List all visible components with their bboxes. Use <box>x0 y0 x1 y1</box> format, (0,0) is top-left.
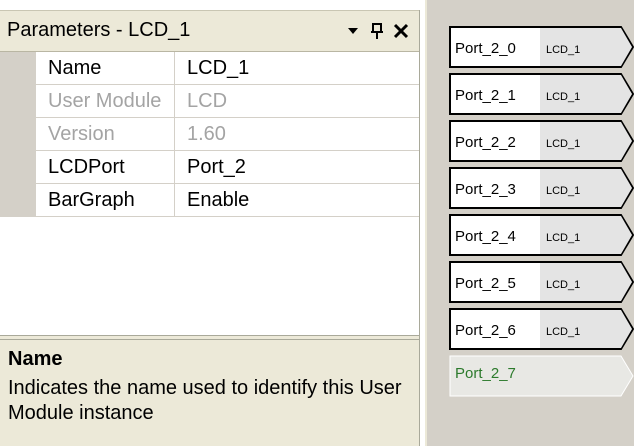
pin-module-label: LCD_1 <box>546 279 580 291</box>
property-name: BarGraph <box>36 184 175 216</box>
pin-module-label: LCD_1 <box>546 185 580 197</box>
property-name: User Module <box>36 85 175 117</box>
port-pin-assigned[interactable]: Port_2_1 LCD_1 <box>449 73 634 115</box>
port-pin-assigned[interactable]: Port_2_4 LCD_1 <box>449 214 634 256</box>
app-root: Parameters - LCD_1 Name LCD_1 User Modul… <box>0 0 634 446</box>
pin-port-label: Port_2_5 <box>455 275 516 292</box>
description-text: Indicates the name used to identify this… <box>8 377 402 424</box>
property-name: Name <box>36 52 175 84</box>
property-row-name[interactable]: Name LCD_1 <box>0 52 419 85</box>
description-pane: Name Indicates the name used to identify… <box>0 339 419 446</box>
dropdown-arrow-icon <box>348 28 358 34</box>
row-gutter <box>0 118 36 151</box>
pin-port-label: Port_2_7 <box>455 365 516 382</box>
property-grid-empty-area <box>0 219 419 338</box>
panel-close-button[interactable] <box>389 18 413 44</box>
port-pin-assigned[interactable]: Port_2_6 LCD_1 <box>449 308 634 350</box>
port-pin-assigned[interactable]: Port_2_5 LCD_1 <box>449 261 634 303</box>
pin-module-label: LCD_1 <box>546 232 580 244</box>
port-pins-area: Port_2_0 LCD_1 Port_2_1 LCD_1 Port_2_2 LCD_1 P… <box>425 0 634 446</box>
panel-pin-button[interactable] <box>365 18 389 44</box>
row-gutter <box>0 151 36 184</box>
property-name: LCDPort <box>36 151 175 183</box>
pin-port-label: Port_2_3 <box>455 181 516 198</box>
port-pins-diagram: Port_2_0 LCD_1Port_2_1 LCD_1Port_2_2 LCD_1P… <box>449 26 634 397</box>
parameters-panel: Parameters - LCD_1 Name LCD_1 User Modul… <box>0 0 420 446</box>
pin-port-label: Port_2_1 <box>455 87 516 104</box>
panel-dropdown-button[interactable] <box>341 18 365 44</box>
pin-module-label: LCD_1 <box>546 91 580 103</box>
pin-module-label: LCD_1 <box>546 138 580 150</box>
panel-header: Parameters - LCD_1 <box>0 10 419 52</box>
pin-port-label: Port_2_0 <box>455 40 516 57</box>
panel-title: Parameters - LCD_1 <box>7 19 191 41</box>
property-row-lcdport[interactable]: LCDPort Port_2 <box>0 151 419 184</box>
row-gutter <box>0 184 36 217</box>
port-pin-assigned[interactable]: Port_2_0 LCD_1 <box>449 26 634 68</box>
property-value-field: LCD <box>187 90 228 112</box>
row-gutter <box>0 85 36 118</box>
close-icon <box>393 23 409 39</box>
pin-module-label: LCD_1 <box>546 326 580 338</box>
pin-port-label: Port_2_4 <box>455 228 516 245</box>
port-pin-assigned[interactable]: Port_2_2 LCD_1 <box>449 120 634 162</box>
port-pin-unassigned[interactable]: Port_2_7 <box>449 355 634 397</box>
panel-top-strip <box>0 0 420 10</box>
pin-module-label: LCD_1 <box>546 44 580 56</box>
port-pin-assigned[interactable]: Port_2_3 LCD_1 <box>449 167 634 209</box>
property-value-field: 1.60 <box>187 123 226 145</box>
property-value-field[interactable]: Port_2 <box>175 151 419 183</box>
property-value-field[interactable]: LCD_1 <box>175 52 419 84</box>
property-name: Version <box>36 118 175 150</box>
property-row-bargraph[interactable]: BarGraph Enable <box>0 184 419 217</box>
property-row-user-module[interactable]: User Module LCD <box>0 85 419 118</box>
property-value-field[interactable]: Enable <box>175 184 419 216</box>
pin-port-label: Port_2_6 <box>455 322 516 339</box>
property-row-version[interactable]: Version 1.60 <box>0 118 419 151</box>
row-gutter <box>0 52 36 85</box>
pin-port-label: Port_2_2 <box>455 134 516 151</box>
pin-icon <box>371 23 383 39</box>
description-title: Name <box>8 348 63 370</box>
